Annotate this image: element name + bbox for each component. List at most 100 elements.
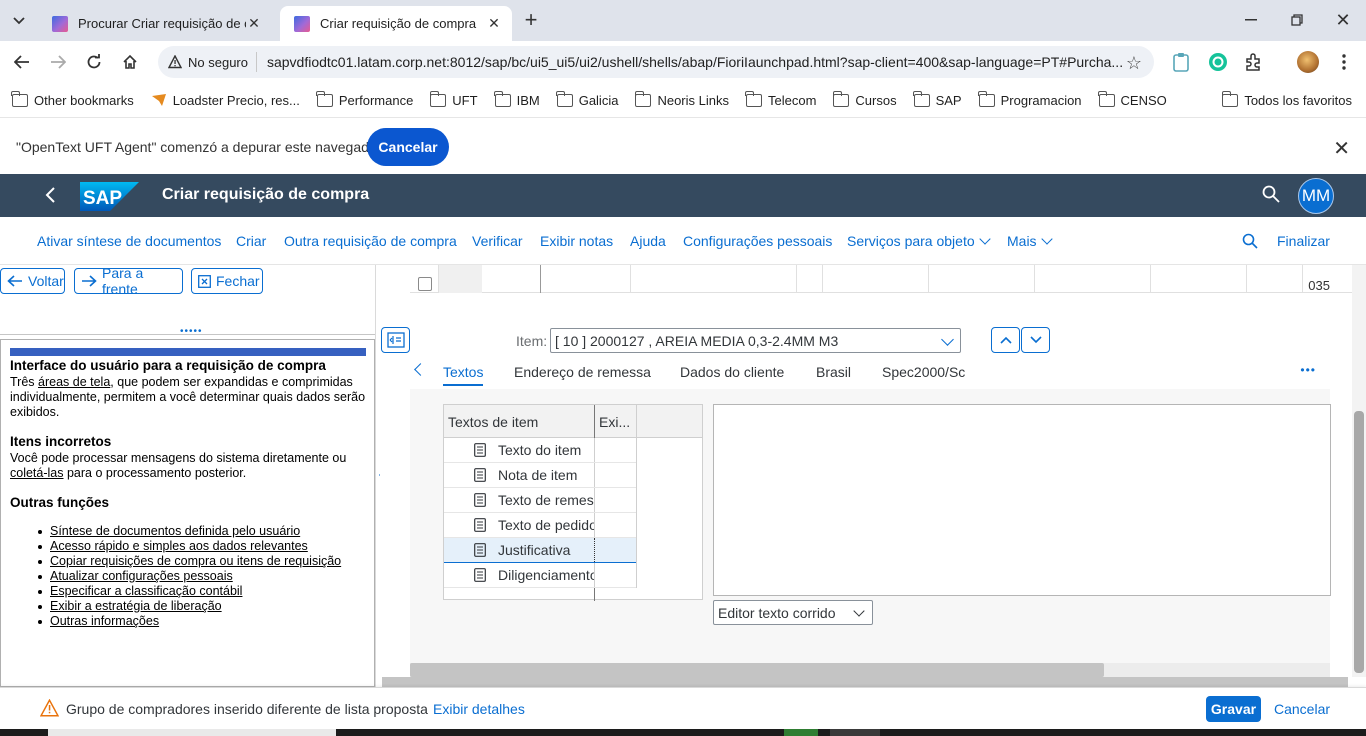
bookmark-other[interactable]: Other bookmarks bbox=[11, 90, 134, 108]
user-avatar[interactable]: MM bbox=[1298, 178, 1334, 214]
list-item: Copiar requisições de compra ou itens de… bbox=[10, 554, 366, 569]
toolbar-search-icon[interactable] bbox=[1242, 233, 1258, 249]
horizontal-splitter-grip-icon[interactable]: ••••• bbox=[180, 326, 203, 337]
bookmark-programacion[interactable]: Programacion bbox=[978, 90, 1082, 108]
item-texts-table: Textos de item Exi... Texto do item Nota… bbox=[443, 404, 703, 601]
bookmark-sap[interactable]: SAP bbox=[912, 90, 962, 108]
help-back-button[interactable]: Voltar bbox=[0, 268, 65, 294]
all-bookmarks[interactable]: Todos los favoritos bbox=[1221, 83, 1352, 117]
bookmark-uft[interactable]: UFT bbox=[429, 90, 478, 108]
help-forward-button[interactable]: Para a frente bbox=[74, 265, 183, 297]
close-tab-icon[interactable]: ✕ bbox=[486, 15, 502, 32]
bookmark-cursos[interactable]: Cursos bbox=[832, 90, 897, 108]
forward-arrow-icon[interactable] bbox=[46, 50, 70, 74]
table-row[interactable]: Texto do item bbox=[444, 438, 636, 463]
menu-ajuda[interactable]: Ajuda bbox=[630, 233, 666, 249]
browser-tab-2[interactable]: Criar requisição de compra ✕ bbox=[280, 6, 512, 41]
security-indicator[interactable]: No seguro bbox=[168, 52, 257, 72]
help-link[interactable]: Síntese de documentos definida pelo usuá… bbox=[50, 524, 300, 538]
close-tab-icon[interactable]: ✕ bbox=[246, 15, 262, 32]
previous-item-button[interactable] bbox=[991, 327, 1020, 353]
tab-endereco-remessa[interactable]: Endereço de remessa bbox=[514, 364, 651, 380]
chrome-menu-icon[interactable] bbox=[1332, 50, 1356, 74]
column-header-textos[interactable]: Textos de item bbox=[448, 414, 538, 430]
table-row[interactable]: Nota de item bbox=[444, 463, 636, 488]
column-header-exi[interactable]: Exi... bbox=[599, 414, 630, 430]
help-link[interactable]: Outras informações bbox=[50, 614, 159, 628]
shell-back-icon[interactable] bbox=[40, 184, 62, 206]
extension-clipboard-icon[interactable] bbox=[1172, 52, 1192, 72]
menu-ativar-sintese[interactable]: Ativar síntese de documentos bbox=[37, 233, 221, 249]
help-link[interactable]: Acesso rápido e simples aos dados releva… bbox=[50, 539, 308, 553]
table-row[interactable]: Diligenciamento bbox=[444, 563, 636, 588]
bookmark-star-icon[interactable]: ☆ bbox=[1126, 53, 1142, 74]
home-icon[interactable] bbox=[118, 50, 142, 74]
scrollbar-thumb[interactable] bbox=[382, 677, 1348, 687]
tab-spec2000[interactable]: Spec2000/Sc bbox=[882, 364, 965, 380]
menu-verificar[interactable]: Verificar bbox=[472, 233, 523, 249]
shell-search-icon[interactable] bbox=[1262, 185, 1282, 205]
grid-row-number: 035 bbox=[1308, 278, 1330, 293]
tab-scroll-left-icon[interactable] bbox=[414, 363, 427, 376]
editor-mode-select[interactable]: Editor texto corrido bbox=[713, 600, 873, 625]
bookmark-censo[interactable]: CENSO bbox=[1097, 90, 1167, 108]
help-link-areas-de-tela[interactable]: áreas de tela bbox=[38, 375, 110, 389]
browser-tab-1[interactable]: Procurar Criar requisição de compra ✕ bbox=[38, 6, 272, 41]
table-row[interactable]: Texto de pedido bbox=[444, 513, 636, 538]
cancel-button[interactable]: Cancelar bbox=[1274, 701, 1330, 717]
extension-grammarly-icon[interactable] bbox=[1208, 52, 1228, 72]
help-link[interactable]: Atualizar configurações pessoais bbox=[50, 569, 233, 583]
help-close-button[interactable]: Fechar bbox=[191, 268, 263, 294]
save-button[interactable]: Gravar bbox=[1206, 696, 1261, 722]
profile-avatar-icon[interactable] bbox=[1297, 51, 1319, 73]
menu-exibir-notas[interactable]: Exibir notas bbox=[540, 233, 613, 249]
item-select[interactable]: [ 10 ] 2000127 , AREIA MEDIA 0,3-2.4MM M… bbox=[550, 328, 961, 353]
bookmark-ibm[interactable]: IBM bbox=[493, 90, 540, 108]
tab-dados-cliente[interactable]: Dados do cliente bbox=[680, 364, 784, 380]
menu-outra-requisicao[interactable]: Outra requisição de compra bbox=[284, 233, 457, 249]
help-link[interactable]: Exibir a estratégia de liberação bbox=[50, 599, 222, 613]
collapse-overview-button[interactable] bbox=[381, 327, 410, 353]
help-link[interactable]: Copiar requisições de compra ou itens de… bbox=[50, 554, 341, 568]
text-editor-area[interactable] bbox=[713, 404, 1331, 596]
bookmark-loadster[interactable]: Loadster Precio, res... bbox=[151, 93, 300, 108]
bookmark-neoris[interactable]: Neoris Links bbox=[634, 90, 729, 108]
tab-textos[interactable]: Textos bbox=[443, 364, 484, 386]
vertical-scrollbar[interactable] bbox=[1352, 265, 1366, 677]
bookmark-performance[interactable]: Performance bbox=[316, 90, 413, 108]
menu-servicos-objeto[interactable]: Serviços para objeto bbox=[847, 233, 991, 249]
tab-brasil[interactable]: Brasil bbox=[816, 364, 851, 380]
show-details-link[interactable]: Exibir detalhes bbox=[433, 701, 525, 717]
table-row-selected[interactable]: Justificativa bbox=[444, 538, 636, 563]
table-row[interactable]: Texto de remessa bbox=[444, 488, 636, 513]
bookmark-telecom[interactable]: Telecom bbox=[745, 90, 816, 108]
infobar-close-icon[interactable]: ✕ bbox=[1333, 136, 1350, 161]
reload-icon[interactable] bbox=[82, 50, 106, 74]
tab-search-chevron-icon[interactable] bbox=[8, 10, 30, 32]
help-link[interactable]: Especificar a classificação contábil bbox=[50, 584, 242, 598]
infobar-cancel-button[interactable]: Cancelar bbox=[367, 128, 449, 166]
sap-logo[interactable]: SAP bbox=[80, 182, 139, 211]
next-item-button[interactable] bbox=[1021, 327, 1050, 353]
menu-finalizar[interactable]: Finalizar bbox=[1277, 233, 1330, 249]
scrollbar-thumb[interactable] bbox=[1354, 411, 1364, 673]
restore-window-icon[interactable] bbox=[1286, 9, 1308, 31]
menu-criar[interactable]: Criar bbox=[236, 233, 266, 249]
document-icon bbox=[474, 518, 486, 532]
scrollbar-thumb[interactable] bbox=[410, 663, 1104, 677]
url-omnibox[interactable]: No seguro sapvdfiodtc01.latam.corp.net:8… bbox=[158, 46, 1154, 78]
help-paragraph: Você pode processar mensagens do sistema… bbox=[10, 451, 347, 480]
extensions-puzzle-icon[interactable] bbox=[1244, 52, 1264, 72]
back-arrow-icon[interactable] bbox=[10, 50, 34, 74]
outer-horizontal-scrollbar[interactable] bbox=[382, 677, 1348, 687]
bookmark-galicia[interactable]: Galicia bbox=[556, 90, 618, 108]
tab-overflow-icon[interactable]: ••• bbox=[1300, 363, 1316, 377]
minimize-window-icon[interactable] bbox=[1240, 9, 1262, 31]
close-window-icon[interactable]: ✕ bbox=[1332, 9, 1354, 31]
help-link-coleta-las[interactable]: coletá-las bbox=[10, 466, 64, 480]
inner-horizontal-scrollbar[interactable] bbox=[410, 663, 1330, 677]
new-tab-icon[interactable]: + bbox=[520, 7, 542, 32]
menu-mais[interactable]: Mais bbox=[1007, 233, 1053, 249]
menu-configuracoes[interactable]: Configurações pessoais bbox=[683, 233, 832, 249]
row-checkbox[interactable] bbox=[418, 277, 432, 291]
